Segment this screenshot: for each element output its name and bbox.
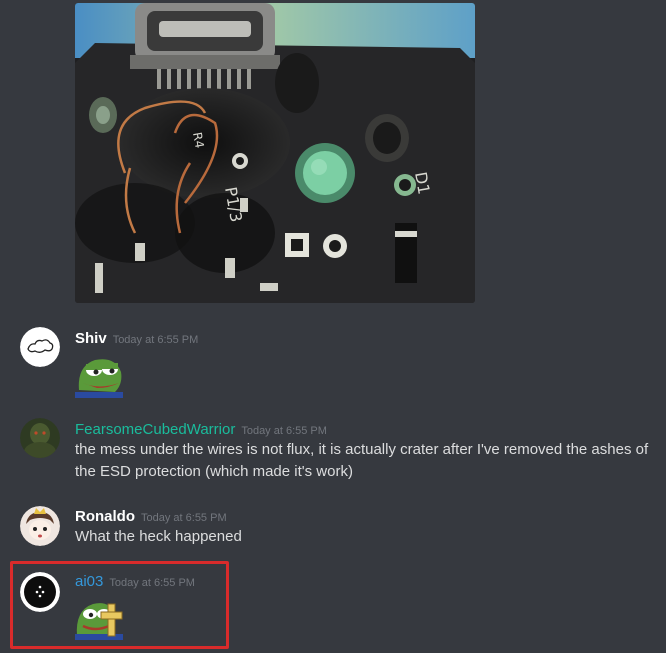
attachment-image[interactable]: P1/3 D1 R4 [75, 3, 475, 303]
avatar[interactable] [20, 418, 60, 458]
highlight-box [10, 561, 229, 649]
svg-text:R4: R4 [190, 131, 207, 149]
avatar[interactable] [20, 327, 60, 367]
chat-messages: P1/3 D1 R4 Shiv Today at 6:55 PM Fearsom… [0, 0, 666, 653]
svg-text:D1: D1 [411, 170, 434, 195]
avatar[interactable] [20, 506, 60, 546]
pepe-smug-emoji[interactable] [75, 350, 123, 398]
username[interactable]: FearsomeCubedWarrior [75, 421, 235, 438]
timestamp: Today at 6:55 PM [141, 512, 227, 524]
timestamp: Today at 6:55 PM [241, 425, 327, 437]
timestamp: Today at 6:55 PM [112, 334, 199, 346]
username[interactable]: Shiv [75, 330, 107, 347]
message-text: the mess under the wires is not flux, it… [75, 441, 649, 480]
message-text: What the heck happened [75, 528, 242, 545]
username[interactable]: Ronaldo [75, 508, 135, 525]
